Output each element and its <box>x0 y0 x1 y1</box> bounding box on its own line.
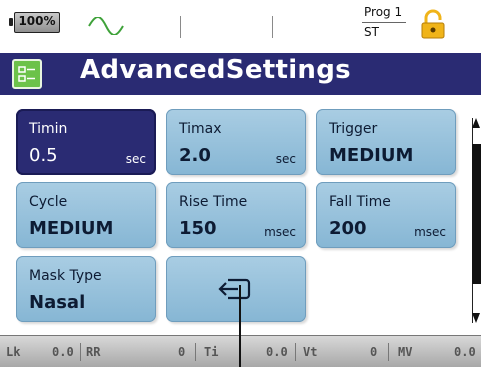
monitor-value-ti: 0.0 <box>266 345 288 359</box>
scroll-down-arrow-icon[interactable] <box>472 313 480 323</box>
tile-value: 200 <box>329 218 367 239</box>
status-divider <box>180 16 181 38</box>
tile-value: MEDIUM <box>329 145 414 166</box>
pointer-line <box>239 285 241 367</box>
tile-value: 0.5 <box>29 145 58 166</box>
lock-icon[interactable] <box>420 9 446 39</box>
tile-label: Timin <box>29 121 68 137</box>
tile-label: Mask Type <box>29 268 102 284</box>
page-title: AdvancedSettings <box>80 55 351 85</box>
title-bar: AdvancedSettings <box>0 53 481 95</box>
tile-timin[interactable]: Timin 0.5 sec <box>16 109 156 175</box>
tile-unit: sec <box>275 152 296 166</box>
settings-form-icon <box>12 59 42 89</box>
mode-label: ST <box>364 25 379 39</box>
tile-label: Timax <box>179 121 222 137</box>
tile-rise-time[interactable]: Rise Time 150 msec <box>166 182 306 248</box>
exit-arrow-icon <box>218 278 251 300</box>
scroll-up-arrow-icon[interactable] <box>472 118 480 128</box>
tile-label: Rise Time <box>179 194 248 210</box>
monitor-value-lk: 0.0 <box>52 345 74 359</box>
tile-label: Trigger <box>329 121 378 137</box>
monitor-divider <box>195 343 196 361</box>
back-button[interactable] <box>166 256 306 322</box>
monitor-label-rr: RR <box>86 345 101 359</box>
status-bar: 100% Prog 1 ST <box>0 0 481 47</box>
tile-unit: msec <box>264 225 296 239</box>
scroll-thumb[interactable] <box>472 144 481 284</box>
monitor-divider <box>80 343 81 361</box>
monitor-label-vt: Vt <box>303 345 318 359</box>
tile-value: Nasal <box>29 292 86 313</box>
tile-unit: msec <box>414 225 446 239</box>
tile-cycle[interactable]: Cycle MEDIUM <box>16 182 156 248</box>
monitor-value-mv: 0.0 <box>454 345 476 359</box>
status-divider <box>272 16 273 38</box>
program-label: Prog 1 <box>364 5 403 19</box>
monitor-value-rr: 0 <box>178 345 186 359</box>
monitor-label-mv: MV <box>398 345 413 359</box>
tile-label: Fall Time <box>329 194 391 210</box>
scrollbar[interactable] <box>472 118 481 323</box>
tile-value: 150 <box>179 218 217 239</box>
battery-level: 100% <box>18 14 56 28</box>
monitor-divider <box>388 343 389 361</box>
tile-fall-time[interactable]: Fall Time 200 msec <box>316 182 456 248</box>
monitor-label-lk: Lk <box>6 345 21 359</box>
program-underline <box>362 22 406 23</box>
tile-unit: sec <box>125 152 146 166</box>
tile-value: 2.0 <box>179 145 211 166</box>
monitor-divider <box>295 343 296 361</box>
monitor-label-ti: Ti <box>204 345 219 359</box>
tile-value: MEDIUM <box>29 218 114 239</box>
wave-icon <box>88 17 124 35</box>
battery-icon: 100% <box>9 12 60 33</box>
tile-mask-type[interactable]: Mask Type Nasal <box>16 256 156 322</box>
tile-timax[interactable]: Timax 2.0 sec <box>166 109 306 175</box>
monitor-value-vt: 0 <box>370 345 378 359</box>
tile-label: Cycle <box>29 194 68 210</box>
tile-trigger[interactable]: Trigger MEDIUM <box>316 109 456 175</box>
